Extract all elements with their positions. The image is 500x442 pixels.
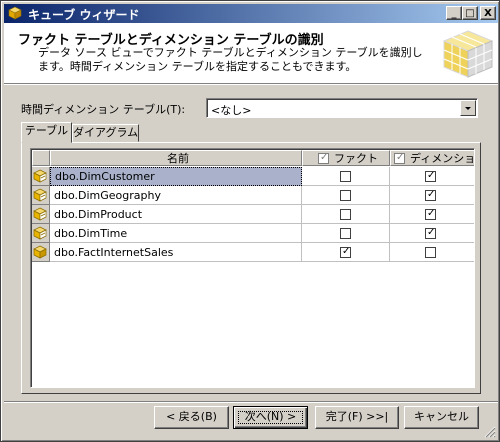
- table-row[interactable]: dbo.FactInternetSales ✓: [32, 243, 474, 262]
- tab-diagram-label: ダイアグラム: [73, 126, 139, 139]
- dimension-table-icon: [33, 169, 47, 183]
- minimize-button[interactable]: _: [446, 6, 462, 20]
- dimension-checkbox[interactable]: [425, 247, 436, 258]
- table-row[interactable]: dbo.DimCustomer ✓: [32, 167, 474, 186]
- title-bar[interactable]: キューブ ウィザード _ □ X: [4, 4, 498, 23]
- row-header[interactable]: [32, 186, 50, 205]
- table-name-cell[interactable]: dbo.DimProduct: [50, 205, 302, 224]
- dimension-table-icon: [33, 226, 47, 240]
- column-header-fact-label: ファクト: [334, 152, 378, 165]
- fact-table-icon: [33, 245, 47, 259]
- fact-cell[interactable]: [302, 224, 390, 243]
- dimension-checkbox[interactable]: ✓: [425, 227, 436, 239]
- check-icon: ✓: [396, 152, 405, 163]
- time-dimension-label: 時間ディメンション テーブル(T):: [21, 103, 186, 116]
- fact-cell[interactable]: [302, 186, 390, 205]
- tab-tables[interactable]: テーブル: [21, 122, 72, 143]
- fact-checkbox[interactable]: [340, 209, 351, 220]
- dimension-cell[interactable]: [390, 243, 474, 262]
- header-divider-highlight: [4, 84, 498, 85]
- dimension-cell[interactable]: ✓: [390, 224, 474, 243]
- column-header-fact[interactable]: ✓ ファクト: [302, 150, 390, 166]
- dimension-column-checkbox[interactable]: ✓: [394, 152, 405, 164]
- dimension-checkbox[interactable]: ✓: [425, 189, 436, 201]
- column-header-name[interactable]: 名前: [50, 150, 302, 166]
- next-button[interactable]: 次へ(N) >: [233, 406, 308, 429]
- dimension-cell[interactable]: ✓: [390, 205, 474, 224]
- check-icon: ✓: [427, 227, 436, 238]
- maximize-button[interactable]: □: [462, 6, 478, 20]
- dimension-checkbox[interactable]: ✓: [425, 208, 436, 220]
- dimension-cell[interactable]: ✓: [390, 167, 474, 186]
- table-name: dbo.DimTime: [54, 227, 128, 240]
- row-header[interactable]: [32, 167, 50, 186]
- table-name-cell[interactable]: dbo.DimTime: [50, 224, 302, 243]
- back-button[interactable]: < 戻る(B): [154, 406, 229, 429]
- wizard-header: ファクト テーブルとディメンション テーブルの識別 データ ソース ビューでファ…: [4, 23, 498, 83]
- check-icon: ✓: [427, 170, 436, 181]
- fact-cell[interactable]: [302, 167, 390, 186]
- table-name-cell[interactable]: dbo.DimCustomer: [50, 167, 302, 186]
- cube-icon: [8, 6, 22, 20]
- table-row[interactable]: dbo.DimTime ✓: [32, 224, 474, 243]
- column-header-dimension[interactable]: ✓ ディメンション: [390, 150, 475, 166]
- fact-checkbox[interactable]: [340, 228, 351, 239]
- table-name: dbo.DimGeography: [54, 189, 161, 202]
- wizard-window: キューブ ウィザード _ □ X ファクト テーブルとディメンション テーブルの…: [0, 0, 500, 442]
- dimension-table-icon: [33, 207, 47, 221]
- close-button[interactable]: X: [480, 6, 496, 20]
- page-description: データ ソース ビューでファクト テーブルとディメンション テーブルを識別します…: [38, 46, 423, 73]
- dimension-table-icon: [33, 188, 47, 202]
- window-title: キューブ ウィザード: [28, 8, 140, 22]
- check-icon: ✓: [320, 152, 329, 163]
- table-name: dbo.FactInternetSales: [54, 246, 174, 259]
- table-name-cell[interactable]: dbo.DimGeography: [50, 186, 302, 205]
- fact-cell[interactable]: ✓: [302, 243, 390, 262]
- fact-checkbox[interactable]: ✓: [340, 246, 351, 258]
- table-row[interactable]: dbo.DimProduct ✓: [32, 205, 474, 224]
- tab-tables-label: テーブル: [24, 124, 69, 137]
- footer-divider-highlight: [4, 402, 498, 403]
- finish-button[interactable]: 完了(F) >>|: [315, 406, 399, 429]
- fact-column-checkbox[interactable]: ✓: [318, 152, 329, 164]
- table-name: dbo.DimCustomer: [55, 170, 155, 183]
- minimize-icon: _: [451, 8, 457, 19]
- fact-checkbox[interactable]: [340, 171, 351, 182]
- fact-cell[interactable]: [302, 205, 390, 224]
- maximize-icon: □: [465, 8, 475, 19]
- check-icon: ✓: [427, 208, 436, 219]
- grid-header: 名前 ✓ ファクト ✓ ディメンション: [32, 150, 475, 166]
- dimension-cell[interactable]: ✓: [390, 186, 474, 205]
- fact-checkbox[interactable]: [340, 190, 351, 201]
- resize-grip-icon[interactable]: [484, 426, 496, 438]
- cancel-button-label: キャンセル: [414, 410, 469, 423]
- cancel-button[interactable]: キャンセル: [404, 406, 479, 429]
- back-button-label: < 戻る(B): [166, 410, 217, 423]
- focus-rectangle: [238, 411, 303, 424]
- row-header[interactable]: [32, 243, 50, 262]
- column-header-dimension-label: ディメンション: [410, 152, 475, 165]
- tab-diagram[interactable]: ダイアグラム: [72, 124, 139, 142]
- column-header-name-label: 名前: [167, 152, 189, 165]
- row-header[interactable]: [32, 205, 50, 224]
- row-header[interactable]: [32, 224, 50, 243]
- time-dimension-value: <なし>: [211, 104, 252, 117]
- tables-grid[interactable]: 名前 ✓ ファクト ✓ ディメンション dbo.Di: [30, 148, 475, 388]
- time-dimension-select[interactable]: <なし>: [206, 98, 478, 118]
- check-icon: ✓: [342, 246, 351, 257]
- row-header-corner: [32, 150, 50, 166]
- dimension-checkbox[interactable]: ✓: [425, 170, 436, 182]
- table-name: dbo.DimProduct: [54, 208, 143, 221]
- finish-button-label: 完了(F) >>|: [325, 410, 389, 423]
- table-row[interactable]: dbo.DimGeography ✓: [32, 186, 474, 205]
- chevron-down-icon[interactable]: [460, 100, 476, 116]
- cube-icon: [442, 30, 494, 78]
- close-icon: X: [484, 8, 492, 19]
- table-name-cell[interactable]: dbo.FactInternetSales: [50, 243, 302, 262]
- check-icon: ✓: [427, 189, 436, 200]
